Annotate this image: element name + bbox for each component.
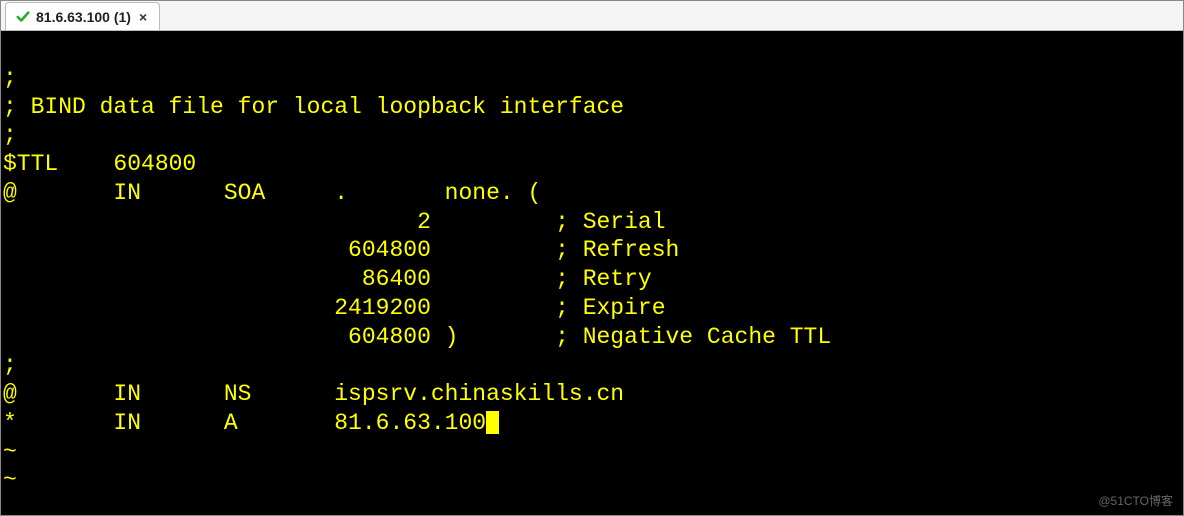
tab-bar: 81.6.63.100 (1) × [1, 1, 1183, 31]
file-line: ; [3, 122, 17, 148]
terminal[interactable]: ; ; BIND data file for local loopback in… [1, 31, 1183, 515]
file-line: ; [3, 352, 17, 378]
vim-tilde: ~ [3, 467, 17, 493]
file-line: $TTL 604800 [3, 151, 196, 177]
file-line: @ IN SOA . none. ( [3, 180, 541, 206]
file-line: 604800 ) ; Negative Cache TTL [3, 324, 831, 350]
file-line: ; BIND data file for local loopback inte… [3, 94, 624, 120]
check-icon [16, 10, 30, 24]
file-line-last: * IN A 81.6.63.100 [3, 410, 499, 436]
file-line: 2419200 ; Expire [3, 295, 666, 321]
watermark: @51CTO博客 [1098, 494, 1173, 509]
vim-tilde: ~ [3, 439, 17, 465]
file-line: @ IN NS ispsrv.chinaskills.cn [3, 381, 624, 407]
tab-active[interactable]: 81.6.63.100 (1) × [5, 2, 160, 30]
app-window: 81.6.63.100 (1) × ; ; BIND data file for… [0, 0, 1184, 516]
file-line: 2 ; Serial [3, 209, 666, 235]
file-line: 604800 ; Refresh [3, 237, 679, 263]
close-icon[interactable]: × [137, 9, 149, 25]
file-line: ; [3, 65, 17, 91]
tab-title: 81.6.63.100 (1) [36, 9, 131, 25]
file-line: 86400 ; Retry [3, 266, 652, 292]
cursor-block [486, 411, 499, 434]
